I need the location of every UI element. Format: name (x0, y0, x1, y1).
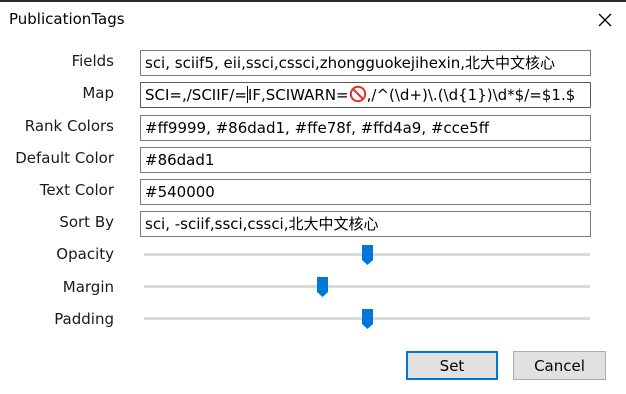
text-color-input[interactable]: #540000 (140, 179, 591, 205)
no-entry-icon (349, 85, 366, 103)
close-button[interactable] (588, 6, 622, 34)
slider-thumb[interactable] (362, 309, 373, 329)
cancel-button[interactable]: Cancel (513, 351, 606, 380)
window-title: PublicationTags (9, 10, 125, 28)
default-color-label: Default Color (15, 149, 114, 167)
default-color-input[interactable]: #86dad1 (140, 147, 591, 173)
sort-by-input[interactable]: sci, -sciif,ssci,cssci,北大中文核心 (140, 211, 591, 237)
text-color-label: Text Color (39, 181, 114, 199)
map-label: Map (82, 84, 114, 102)
slider-thumb[interactable] (362, 245, 373, 265)
map-value-end: ,/^(\d+)\.(\d{1})\d*$/=$1.$ (366, 86, 576, 104)
opacity-slider[interactable] (144, 245, 590, 265)
padding-slider[interactable] (144, 309, 590, 329)
close-icon (598, 13, 612, 27)
opacity-label: Opacity (56, 245, 114, 263)
fields-input[interactable]: sci, sciif5, eii,ssci,cssci,zhongguokeji… (140, 50, 591, 76)
rank-colors-label: Rank Colors (24, 117, 114, 135)
window-top-border (0, 0, 626, 2)
slider-track (144, 285, 590, 288)
rank-colors-input[interactable]: #ff9999, #86dad1, #ffe78f, #ffd4a9, #cce… (140, 115, 591, 141)
set-button[interactable]: Set (406, 351, 498, 380)
margin-label: Margin (62, 278, 114, 296)
map-value-start: SCI=,/SCIIF/= (145, 86, 247, 104)
fields-label: Fields (71, 52, 114, 70)
margin-slider[interactable] (144, 277, 590, 297)
map-input[interactable]: SCI=,/SCIIF/=IF,SCIWARN= ,/^(\d+)\.(\d{1}… (140, 82, 591, 108)
slider-thumb[interactable] (317, 277, 328, 297)
padding-label: Padding (54, 310, 114, 328)
map-value-middle: IF,SCIWARN= (247, 86, 349, 104)
sort-by-label: Sort By (59, 213, 114, 231)
